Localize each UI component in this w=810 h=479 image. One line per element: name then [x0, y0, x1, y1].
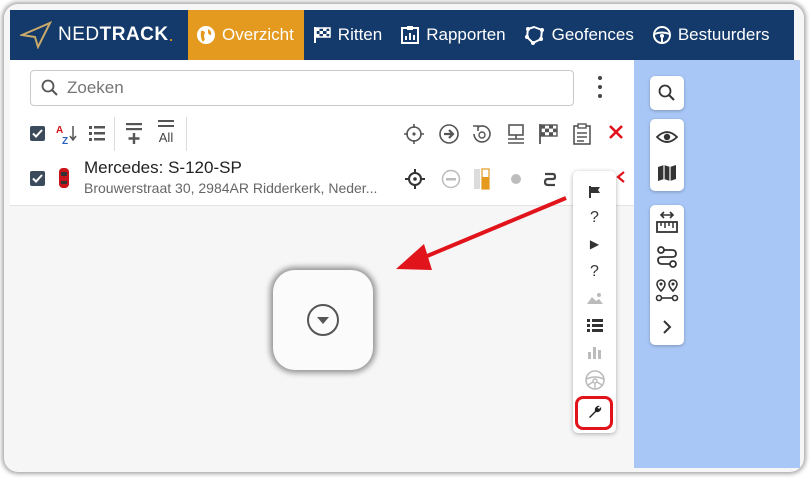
annotation-arrow: [396, 196, 567, 270]
